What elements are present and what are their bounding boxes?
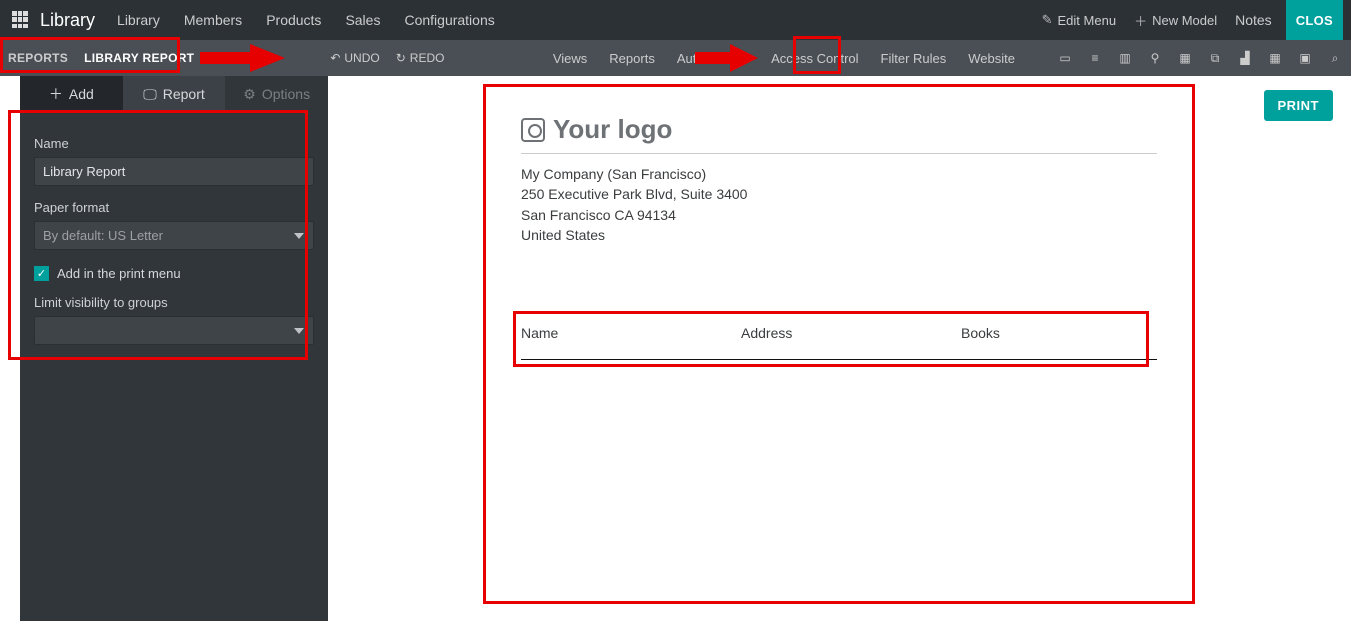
tab-options[interactable]: ⚙ Options — [225, 76, 328, 112]
edit-menu-button[interactable]: ✎ Edit Menu — [1042, 12, 1116, 28]
search-view-icon[interactable]: ⌕ — [1327, 50, 1343, 66]
redo-icon: ↻ — [396, 51, 406, 65]
calendar-view-icon[interactable]: ▦ — [1177, 50, 1193, 66]
side-tabs: ＋ Add 🖵 Report ⚙ Options — [20, 76, 328, 112]
activity-view-icon[interactable]: ⧉ — [1207, 50, 1223, 66]
view-icon-bar: ▭ ≡ ▥ ⚲ ▦ ⧉ ▟ ▦ ▣ ⌕ — [1057, 50, 1343, 66]
table-header-row: Name Address Books — [521, 325, 1157, 341]
company-city: San Francisco CA 94134 — [521, 205, 1157, 225]
breadcrumb-reports[interactable]: REPORTS — [8, 51, 68, 65]
undo-button[interactable]: ↶ UNDO — [330, 51, 379, 65]
logo-text: Your logo — [553, 114, 672, 145]
dashboard-view-icon[interactable]: ▣ — [1297, 50, 1313, 66]
sub-toolbar: REPORTS LIBRARY REPORT ↶ UNDO ↻ REDO Vie… — [0, 40, 1351, 76]
list-view-icon[interactable]: ≡ — [1087, 50, 1103, 66]
breadcrumb-library-report: LIBRARY REPORT — [84, 51, 194, 65]
graph-view-icon[interactable]: ▟ — [1237, 50, 1253, 66]
tab-add[interactable]: ＋ Add — [20, 76, 123, 112]
tab-add-label: Add — [69, 86, 94, 102]
col-name: Name — [521, 325, 741, 341]
company-name: My Company (San Francisco) — [521, 164, 1157, 184]
tool-access[interactable]: Access Control — [771, 51, 858, 66]
main-area: ＋ Add 🖵 Report ⚙ Options Name Paper form… — [0, 76, 1351, 621]
tool-website[interactable]: Website — [968, 51, 1015, 66]
tab-report[interactable]: 🖵 Report — [123, 76, 226, 112]
tool-automations[interactable]: Automations — [677, 51, 749, 66]
new-model-label: New Model — [1152, 13, 1217, 28]
col-books: Books — [961, 325, 1131, 341]
company-address: My Company (San Francisco) 250 Executive… — [521, 164, 1157, 245]
pencil-icon: ✎ — [1042, 12, 1053, 28]
report-page-preview: Your logo My Company (San Francisco) 250… — [483, 84, 1195, 604]
top-navbar: Library Library Members Products Sales C… — [0, 0, 1351, 40]
plus-icon: ＋ — [49, 84, 63, 104]
report-name-input[interactable] — [34, 157, 314, 186]
undo-icon: ↶ — [330, 51, 340, 65]
paper-format-label: Paper format — [34, 200, 314, 215]
checkbox-checked-icon[interactable]: ✓ — [34, 266, 49, 281]
menu-products[interactable]: Products — [266, 12, 321, 28]
report-header: Your logo My Company (San Francisco) 250… — [483, 84, 1195, 245]
print-menu-checkbox-label: Add in the print menu — [57, 266, 181, 281]
pivot-view-icon[interactable]: ▦ — [1267, 50, 1283, 66]
plus-icon: ＋ — [1134, 11, 1147, 30]
table-header-rule — [521, 359, 1157, 360]
redo-button[interactable]: ↻ REDO — [396, 51, 445, 65]
undo-label: UNDO — [344, 51, 379, 65]
company-country: United States — [521, 225, 1157, 245]
brand-title[interactable]: Library — [40, 10, 95, 31]
undo-redo-group: ↶ UNDO ↻ REDO — [330, 51, 444, 65]
print-menu-checkbox-row[interactable]: ✓ Add in the print menu — [34, 266, 314, 281]
annotation-arrow-icon — [190, 40, 290, 76]
new-model-button[interactable]: ＋ New Model — [1134, 11, 1217, 30]
tool-reports[interactable]: Reports — [609, 51, 655, 66]
paper-format-select[interactable]: By default: US Letter — [34, 221, 314, 250]
monitor-icon: 🖵 — [143, 86, 157, 103]
name-label: Name — [34, 136, 314, 151]
camera-icon — [521, 118, 545, 142]
form-view-icon[interactable]: ▭ — [1057, 50, 1073, 66]
print-button[interactable]: PRINT — [1264, 90, 1334, 121]
tab-options-label: Options — [262, 86, 310, 102]
company-street: 250 Executive Park Blvd, Suite 3400 — [521, 184, 1157, 204]
groups-select[interactable] — [34, 316, 314, 345]
redo-label: REDO — [410, 51, 445, 65]
report-table: Name Address Books — [521, 325, 1157, 360]
report-settings-form: Name Paper format By default: US Letter … — [20, 112, 328, 363]
studio-tool-tabs: Views Reports Automations Access Control… — [553, 50, 1343, 66]
editor-side-panel: ＋ Add 🖵 Report ⚙ Options Name Paper form… — [0, 76, 328, 621]
map-view-icon[interactable]: ⚲ — [1147, 50, 1163, 66]
menu-library[interactable]: Library — [117, 12, 160, 28]
tool-views[interactable]: Views — [553, 51, 587, 66]
menu-config[interactable]: Configurations — [404, 12, 494, 28]
notes-link[interactable]: Notes — [1235, 12, 1272, 28]
apps-icon[interactable] — [12, 11, 30, 29]
logo-placeholder[interactable]: Your logo — [521, 114, 1157, 145]
kanban-view-icon[interactable]: ▥ — [1117, 50, 1133, 66]
gear-icon: ⚙ — [243, 86, 256, 103]
tool-filters[interactable]: Filter Rules — [881, 51, 947, 66]
report-canvas: PRINT Your logo My Company (San Francisc… — [328, 76, 1351, 621]
tab-report-label: Report — [163, 86, 205, 102]
groups-label: Limit visibility to groups — [34, 295, 314, 310]
edit-menu-label: Edit Menu — [1058, 13, 1117, 28]
header-divider — [521, 153, 1157, 154]
menu-sales[interactable]: Sales — [345, 12, 380, 28]
close-button[interactable]: CLOS — [1286, 0, 1343, 40]
col-address: Address — [741, 325, 961, 341]
menu-members[interactable]: Members — [184, 12, 242, 28]
